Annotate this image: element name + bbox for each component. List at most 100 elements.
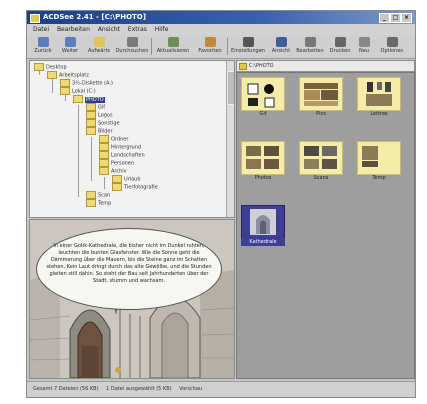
toolbar-favorites-button[interactable]: Favoriten: [195, 37, 225, 57]
toolbar-forward-button[interactable]: Weiter: [57, 37, 83, 57]
thumbnail-caption: Photos: [254, 175, 272, 181]
image-thumbnail-icon: [250, 209, 276, 235]
toolbar: Zurück Weiter Aufwärts Durchsuchen Aktua…: [27, 35, 415, 59]
tree-connector: [78, 105, 79, 197]
tree-node[interactable]: Desktop: [34, 63, 67, 71]
toolbar-back-button[interactable]: Zurück: [30, 37, 56, 57]
thumbnail-frame: [241, 77, 285, 111]
forward-arrow-icon: [64, 37, 76, 47]
folder-icon: [99, 167, 109, 175]
image-thumbnail-icon: [247, 83, 275, 108]
thumbnail-frame: [357, 141, 401, 175]
app-icon: [30, 14, 40, 23]
minimize-button[interactable]: _: [379, 13, 390, 23]
thumbnail-item[interactable]: Scans: [299, 141, 343, 183]
toolbar-refresh-button[interactable]: Aktualisieren: [154, 37, 192, 57]
menu-help[interactable]: Hilfe: [155, 24, 169, 35]
tree-node[interactable]: Archiv: [99, 167, 127, 175]
toolbar-separator: [151, 38, 152, 55]
thumbnail-browser: Gif Pics Lettres Photos Scans Temp Kathe…: [236, 72, 415, 379]
refresh-icon: [167, 37, 179, 47]
toolbar-options-button[interactable]: Optionen: [375, 37, 409, 57]
tree-node[interactable]: Lokal (C:): [60, 87, 96, 95]
tree-node[interactable]: Logos: [86, 111, 113, 119]
thumbnail-caption: Kathedrale: [241, 238, 285, 246]
thumbnail-item[interactable]: Gif: [241, 77, 285, 119]
tree-scrollbar[interactable]: [226, 61, 234, 217]
folder-icon: [86, 103, 96, 111]
folder-icon: [86, 111, 96, 119]
toolbar-up-button[interactable]: Aufwärts: [85, 37, 113, 57]
tree-node[interactable]: Personen: [99, 159, 134, 167]
browse-icon: [126, 37, 138, 47]
tree-scrollbar-thumb[interactable]: [227, 71, 234, 105]
thumbnail-caption: Scans: [313, 175, 329, 181]
thumbnail-item-selected[interactable]: Kathedrale: [241, 205, 285, 247]
menu-file[interactable]: Datei: [33, 24, 49, 35]
toolbar-new-button[interactable]: Neu: [355, 37, 373, 57]
image-thumbnail-icon: [304, 83, 338, 106]
folder-icon: [99, 151, 109, 159]
tree-node[interactable]: Tierfotografie: [112, 183, 158, 191]
folder-icon: [99, 135, 109, 143]
thumbnail-item[interactable]: Temp: [357, 141, 401, 183]
tree-node[interactable]: Urlaub: [112, 175, 141, 183]
tree-node-selected[interactable]: PHOTO: [73, 95, 105, 103]
menu-view[interactable]: Ansicht: [98, 24, 120, 35]
tree-node[interactable]: 3½-Diskette (A:): [60, 79, 113, 87]
menu-edit[interactable]: Bearbeiten: [57, 24, 90, 35]
folder-icon: [86, 191, 96, 199]
tree-node[interactable]: Gif: [86, 103, 105, 111]
thumbnail-caption: Lettres: [370, 111, 388, 117]
tree-node[interactable]: Hintergrund: [99, 143, 141, 151]
thumbnail-caption: Gif: [259, 111, 267, 117]
status-selected: 1 Datei ausgewählt (5 KB): [106, 386, 172, 392]
folder-icon: [86, 199, 96, 207]
folder-icon: [86, 119, 96, 127]
folder-icon: [112, 175, 122, 183]
bubble-text: In einer Gotik-Kathedrale, die bisher ni…: [46, 243, 212, 284]
status-total: Gesamt 7 Dateien (56 KB): [33, 386, 99, 392]
folder-icon: [86, 127, 96, 135]
thumbnail-frame: [299, 77, 343, 111]
thumbnail-caption: Pics: [316, 111, 326, 117]
tree-node[interactable]: Sonstige: [86, 119, 120, 127]
folder-icon: [73, 95, 83, 103]
title-bar: ACDSee 2.41 - [C:\PHOTO] _ □ ×: [27, 11, 415, 24]
toolbar-view-button[interactable]: Ansicht: [269, 37, 293, 57]
path-bar[interactable]: C:\PHOTO: [236, 60, 415, 72]
status-bar: Gesamt 7 Dateien (56 KB) 1 Datei ausgewä…: [27, 381, 415, 397]
tree-node[interactable]: Landschaften: [99, 151, 145, 159]
folder-icon: [34, 63, 44, 71]
thumbnail-frame: [241, 141, 285, 175]
image-thumbnail-icon: [246, 146, 279, 169]
toolbar-edit-button[interactable]: Bearbeiten: [295, 37, 325, 57]
folder-tree: Desktop Arbeitsplatz 3½-Diskette (A:) Lo…: [29, 60, 235, 218]
maximize-button[interactable]: □: [390, 13, 401, 23]
up-folder-icon: [93, 37, 105, 47]
thumbnail-caption: Temp: [372, 175, 386, 181]
toolbar-browse-button[interactable]: Durchsuchen: [115, 37, 149, 57]
tree-node[interactable]: Ordner: [99, 135, 128, 143]
view-icon: [275, 37, 287, 47]
window-title: ACDSee 2.41 - [C:\PHOTO]: [43, 13, 146, 21]
close-button[interactable]: ×: [401, 13, 412, 23]
options-icon: [386, 37, 398, 47]
folder-icon: [99, 159, 109, 167]
thumbnail-item[interactable]: Lettres: [357, 77, 401, 119]
tree-node[interactable]: Temp: [86, 199, 111, 207]
menu-tools[interactable]: Extras: [128, 24, 147, 35]
status-mode: Vorschau: [179, 386, 203, 392]
toolbar-print-button[interactable]: Drucken: [327, 37, 353, 57]
folder-icon: [60, 87, 70, 95]
thumbnail-item[interactable]: Pics: [299, 77, 343, 119]
toolbar-settings-button[interactable]: Einstellungen: [230, 37, 266, 57]
menu-bar: Datei Bearbeiten Ansicht Extras Hilfe: [27, 24, 415, 35]
folder-icon: [112, 183, 122, 191]
tree-node[interactable]: Bilder: [86, 127, 113, 135]
image-thumbnail-icon: [362, 146, 378, 167]
tree-node[interactable]: Arbeitsplatz: [47, 71, 89, 79]
tree-node[interactable]: Scan: [86, 191, 110, 199]
image-preview: In einer Gotik-Kathedrale, die bisher ni…: [29, 219, 235, 379]
thumbnail-item[interactable]: Photos: [241, 141, 285, 183]
